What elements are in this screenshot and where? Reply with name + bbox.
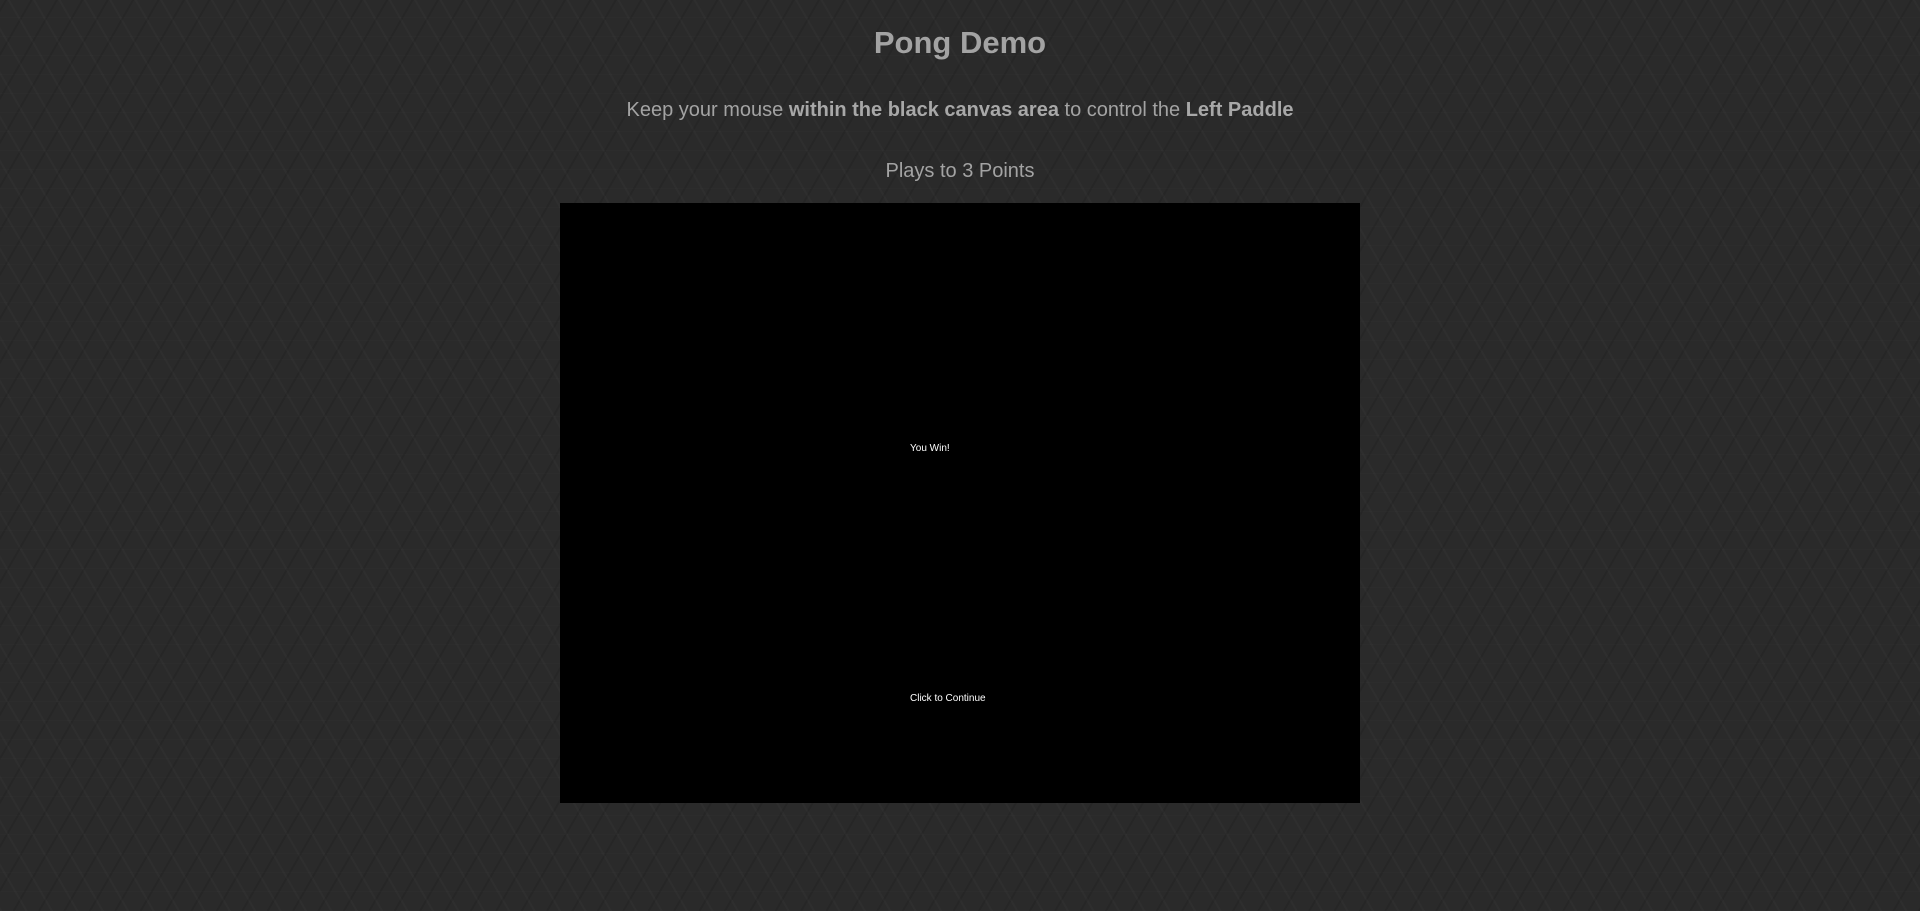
click-to-continue-prompt[interactable]: Click to Continue [910, 693, 986, 705]
points-info: Plays to 3 Points [885, 160, 1035, 182]
instructions-part-1: Keep your mouse [626, 99, 789, 121]
instructions-emphasis-paddle: Left Paddle [1185, 99, 1294, 121]
game-canvas[interactable]: You Win! Click to Continue [560, 203, 1360, 803]
instructions-text: Keep your mouse within the black canvas … [0, 96, 1920, 124]
page-title: Pong Demo [873, 25, 1047, 60]
instructions-part-2: to control the [1058, 99, 1186, 121]
instructions-emphasis-canvas: within the black canvas area [788, 99, 1059, 121]
win-message: You Win! [910, 443, 950, 454]
